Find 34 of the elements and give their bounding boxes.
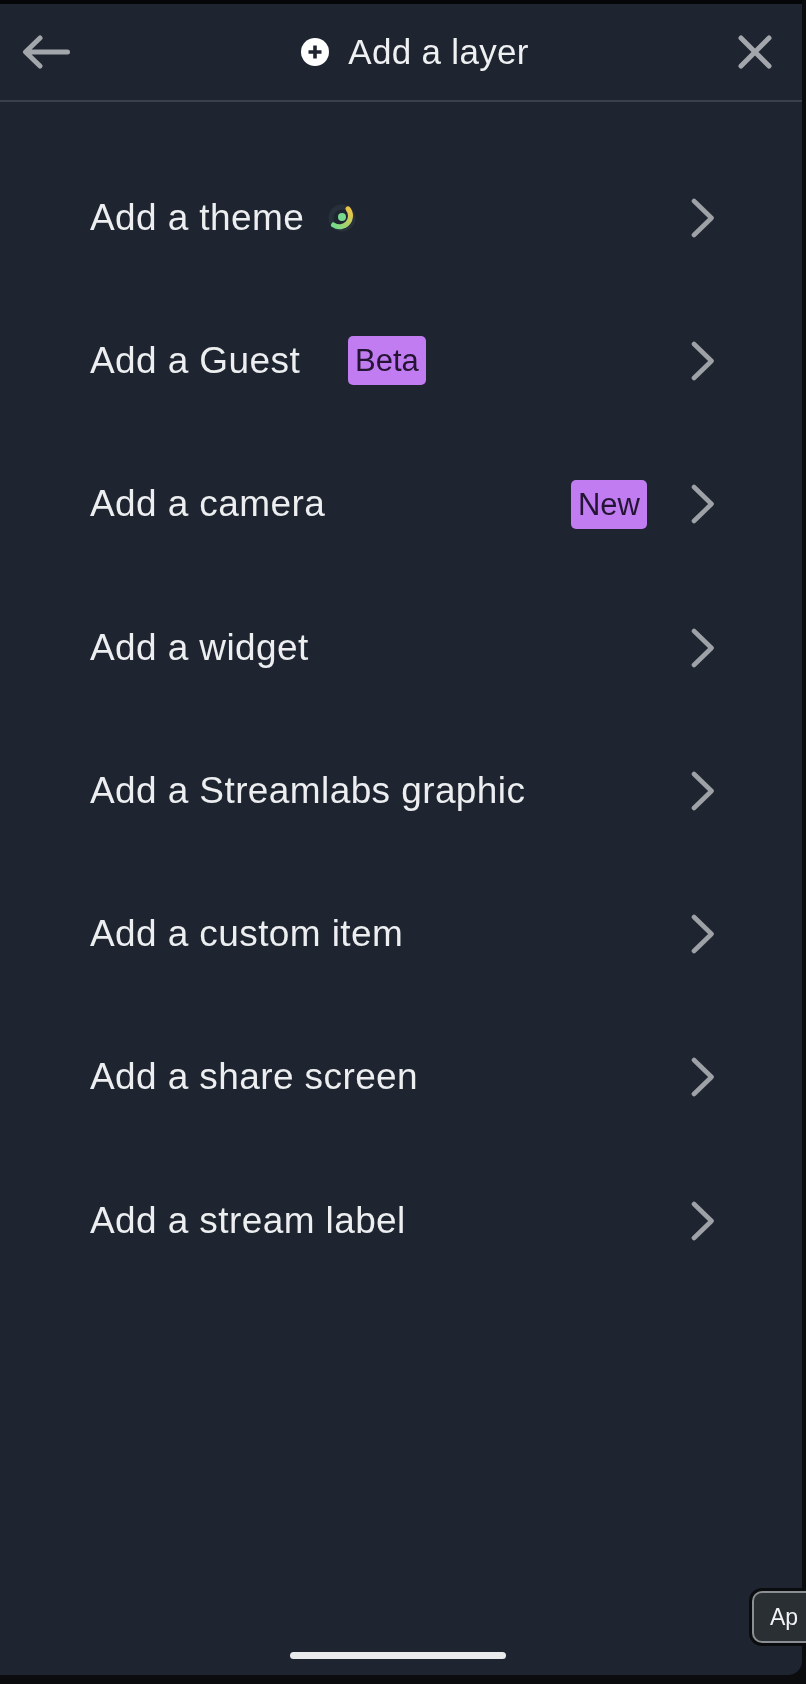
chevron-right-icon	[691, 770, 715, 811]
menu-item[interactable]: Add a theme	[0, 146, 802, 290]
chevron-right-icon	[691, 1057, 715, 1098]
menu-item-label: Add a camera	[90, 483, 326, 526]
menu-item-label: Add a theme	[90, 196, 305, 239]
back-button[interactable]	[22, 35, 70, 69]
chevron-right-icon	[691, 340, 715, 381]
chevron-right-icon	[691, 1200, 715, 1241]
menu-item-label: Add a stream label	[90, 1199, 406, 1242]
floating-button[interactable]: Ap	[752, 1591, 806, 1643]
menu-item-label: Add a Guest	[90, 339, 301, 382]
menu-item[interactable]: Add a Guest Beta	[0, 289, 802, 433]
plus-circle-icon	[301, 38, 330, 66]
close-icon	[738, 35, 772, 69]
menu-item[interactable]: Add a Streamlabs graphic	[0, 719, 802, 863]
chevron-right-icon	[691, 484, 715, 525]
menu-item-label: Add a Streamlabs graphic	[90, 769, 526, 812]
back-arrow-icon	[22, 35, 70, 69]
close-button[interactable]	[738, 35, 772, 69]
chevron-right-icon	[691, 197, 715, 238]
chevron-right-icon	[691, 914, 715, 955]
menu-item-label: Add a share screen	[90, 1056, 419, 1099]
menu-item[interactable]: Add a share screen	[0, 1005, 802, 1150]
menu-item-label: Add a custom item	[90, 913, 404, 956]
header-title: Add a layer	[348, 32, 529, 72]
menu-item-label: Add a widget	[90, 626, 309, 669]
menu-item[interactable]: Add a stream label	[0, 1149, 802, 1293]
menu-item[interactable]: Add a camera New	[0, 432, 802, 576]
menu-item[interactable]: Add a widget	[0, 575, 802, 720]
chevron-right-icon	[691, 627, 715, 668]
tag-label: New	[571, 479, 647, 529]
progress-ring-icon	[328, 203, 357, 232]
tag-label: Beta	[348, 336, 426, 386]
menu-item[interactable]: Add a custom item	[0, 862, 802, 1006]
